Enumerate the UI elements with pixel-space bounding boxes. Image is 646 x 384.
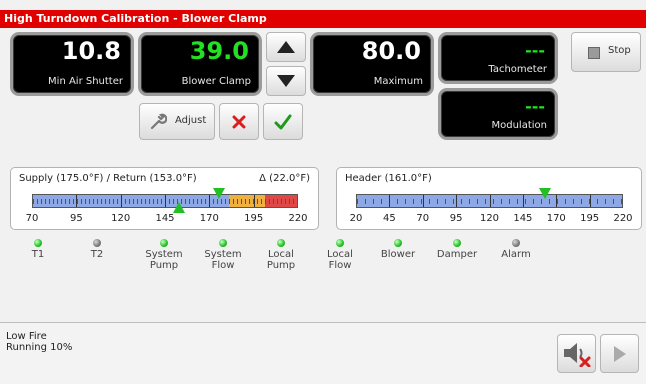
decrease-button[interactable] [266,66,306,96]
tachometer-label: Tachometer [488,64,547,75]
status-led-icon [512,239,520,247]
major-tick [489,195,491,207]
major-tick [422,195,424,207]
indicator-label: Local Pump [266,249,296,271]
status-bar: Low Fire Running 10% [0,322,646,384]
modulation-label: Modulation [491,120,548,131]
blower-clamp-value: 39.0 [189,37,249,65]
adjust-label: Adjust [175,115,207,126]
header-marker [539,188,551,199]
status-led-icon [453,239,461,247]
checkmark-icon [274,114,292,129]
status-line-2: Running 10% [6,342,73,353]
modulation-value: --- [525,97,545,116]
indicator-alarm: Alarm [481,239,551,260]
maximum-value: 80.0 [361,37,421,65]
major-tick [165,195,166,207]
scale-label: 145 [513,213,533,224]
scale-label: 95 [69,213,83,224]
scale-label: 170 [546,213,566,224]
status-led-icon [336,239,344,247]
blower-clamp-panel[interactable]: 39.0 Blower Clamp [138,32,262,96]
status-led-icon [394,239,402,247]
maximum-panel[interactable]: 80.0 Maximum [310,32,434,96]
indicator-label: Local Flow [327,249,353,271]
scale-label: 70 [416,213,430,224]
stop-button[interactable]: Stop [571,32,641,72]
modulation-panel: --- Modulation [438,88,558,140]
indicator-label: T2 [90,249,104,260]
scale-label: 20 [349,213,363,224]
delta-label: Δ (22.0°F) [259,173,310,184]
indicator-label: Alarm [501,249,531,260]
supply-marker [213,188,225,199]
status-led-icon [93,239,101,247]
scale-label: 195 [244,213,264,224]
indicator-label: System Pump [145,249,183,271]
wrench-icon [150,113,167,129]
major-tick [556,195,558,207]
cancel-button[interactable] [219,103,259,140]
min-air-shutter-panel[interactable]: 10.8 Min Air Shutter [10,32,134,96]
indicator-t2: T2 [62,239,132,260]
major-tick [120,195,122,207]
scale-label: 70 [25,213,39,224]
header-gauge: Header (161.0°F) 20 45 70 95 120 145 170 195 220 [336,167,642,230]
scale-label: 220 [613,213,633,224]
major-tick [253,195,255,207]
increase-button[interactable] [266,32,306,62]
next-button[interactable] [600,334,639,373]
arrow-up-icon [277,41,295,53]
scale-label: 95 [449,213,463,224]
return-marker [173,202,185,213]
scale-label: 145 [155,213,175,224]
major-tick [522,195,524,207]
min-air-shutter-value: 10.8 [61,37,121,65]
status-led-icon [34,239,42,247]
major-tick [76,195,78,207]
scale-label: 120 [479,213,500,224]
header-label: Header (161.0°F) [345,173,432,184]
indicator-label: System Flow [204,249,242,271]
blower-clamp-label: Blower Clamp [181,76,251,87]
arrow-down-icon [277,75,295,87]
tachometer-panel: --- Tachometer [438,32,558,84]
status-led-icon [219,239,227,247]
scale-label: 170 [199,213,219,224]
confirm-button[interactable] [263,103,303,140]
major-tick [209,195,211,207]
min-air-shutter-label: Min Air Shutter [48,76,123,87]
tachometer-value: --- [525,41,545,60]
status-led-icon [277,239,285,247]
status-line-1: Low Fire [6,331,47,342]
play-icon [613,345,626,362]
stop-label: Stop [608,45,631,56]
speaker-muted-icon [563,342,590,367]
major-tick [389,195,391,207]
adjust-button[interactable]: Adjust [139,103,215,140]
supply-return-gauge: Supply (175.0°F) / Return (153.0°F) Δ (2… [10,167,319,230]
supply-return-label: Supply (175.0°F) / Return (153.0°F) [19,173,197,184]
maximum-label: Maximum [373,76,423,87]
scale-label: 120 [111,213,131,224]
major-tick [589,195,591,207]
window-title: High Turndown Calibration - Blower Clamp [0,10,646,28]
status-led-icon [160,239,168,247]
scale-label: 195 [580,213,600,224]
major-tick [456,195,458,207]
close-icon [232,115,246,128]
mute-button[interactable] [557,334,596,373]
stop-icon [588,47,600,59]
scale-label: 220 [288,213,308,224]
scale-label: 45 [383,213,396,224]
